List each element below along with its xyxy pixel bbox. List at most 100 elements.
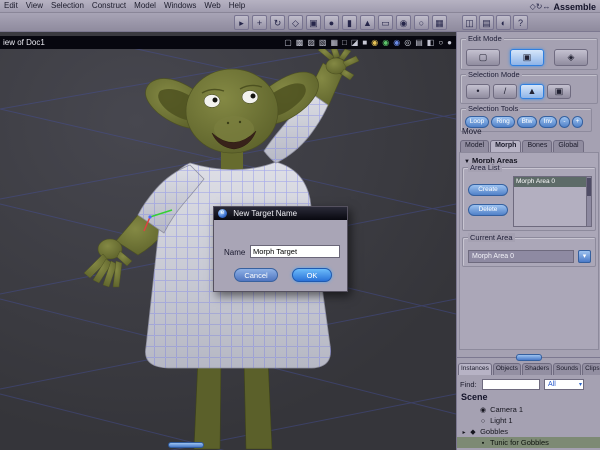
selection-tool-selection-shrink[interactable]: - (559, 116, 570, 128)
edge-selection-button[interactable]: / (493, 84, 517, 99)
cancel-button[interactable]: Cancel (234, 268, 278, 282)
plane-primitive-icon[interactable]: ▭ (378, 15, 393, 30)
find-label: Find: (460, 380, 477, 389)
selection-tool-ring[interactable]: Ring (491, 116, 515, 128)
morph-panel-content: ▼ Morph Areas Area List Create Delete Mor… (459, 152, 599, 350)
pan-view-icon[interactable]: ↔ (542, 2, 550, 11)
lock-icon[interactable]: ◐ (496, 15, 511, 30)
move-status-label: Move (462, 127, 482, 136)
viewport-titlebar[interactable]: iew of Doc1 ▢ ▩ ▨ ▧ ▦ □ ◪ ■ ◉ ◉ ◉ ◎ ▤ ◧ ○ ● (0, 36, 456, 49)
scene-item-gobbles[interactable]: ▸ ◆ Gobbles (457, 426, 600, 437)
menu-windows[interactable]: Windows (164, 1, 196, 10)
flat-shade-icon[interactable]: ▨ (307, 36, 315, 49)
selection-tool-btw[interactable]: Btw (517, 116, 537, 128)
sphere-white-icon[interactable]: ○ (438, 36, 443, 49)
find-filter-dropdown[interactable]: All ▾ (544, 379, 584, 390)
face-selection-button[interactable]: ▲ (520, 84, 544, 99)
shield-gold-icon[interactable]: ◉ (371, 36, 378, 49)
selection-tool-inv[interactable]: Inv (539, 116, 557, 128)
move-tool-icon[interactable]: + (252, 15, 267, 30)
shield-green-icon[interactable]: ◉ (382, 36, 389, 49)
menu-construct[interactable]: Construct (92, 1, 126, 10)
edit-mode-button[interactable]: ▣ (510, 49, 544, 66)
menu-model[interactable]: Model (134, 1, 156, 10)
menu-web[interactable]: Web (204, 1, 220, 10)
selection-tools-label: Selection Tools (466, 104, 521, 113)
figure-icon: ◆ (470, 429, 476, 436)
name-input[interactable] (250, 245, 340, 258)
expand-triangle-icon[interactable]: ▸ (460, 428, 468, 437)
textured-icon[interactable]: ▦ (330, 36, 338, 49)
tab-sounds[interactable]: Sounds (553, 363, 582, 375)
rotate-tool-icon[interactable]: ↻ (270, 15, 285, 30)
camera-icon[interactable]: ◉ (396, 15, 411, 30)
object-mode-button[interactable]: ▢ (466, 49, 500, 66)
light-icon[interactable]: ○ (414, 15, 429, 30)
render-icon[interactable]: ▦ (432, 15, 447, 30)
sphere-primitive-icon[interactable]: ● (324, 15, 339, 30)
camera-cube-icon[interactable]: ◧ (427, 36, 435, 49)
area-list-group: Area List Create Delete Morph Area 0 (462, 163, 596, 231)
scene-item-label: Camera 1 (488, 405, 524, 414)
current-area-dropdown[interactable]: Morph Area 0 (468, 250, 574, 263)
area-list-scrollbar[interactable] (586, 177, 591, 226)
light-icon: ○ (480, 418, 486, 425)
horizontal-scrollbar-thumb[interactable] (168, 442, 204, 448)
tab-clips[interactable]: Clips (582, 363, 600, 375)
create-area-button[interactable]: Create (468, 184, 508, 196)
camera-icon: ◉ (479, 407, 487, 414)
menu-view[interactable]: View (26, 1, 43, 10)
wireframe-icon[interactable]: ▩ (296, 36, 304, 49)
scale-tool-icon[interactable]: ◇ (288, 15, 303, 30)
menu-edit[interactable]: Edit (4, 1, 18, 10)
select-tool-icon[interactable]: ▸ (234, 15, 249, 30)
ok-button[interactable]: OK (292, 268, 332, 282)
room-selector: ◇↻↔ Assemble (530, 0, 596, 13)
tab-instances[interactable]: Instances (458, 363, 492, 375)
rotation-ball-icon[interactable]: ◎ (404, 36, 411, 49)
edit-mode-group: Edit Mode ▢ ▣ ◈ (460, 34, 598, 70)
menu-selection[interactable]: Selection (51, 1, 84, 10)
cone-primitive-icon[interactable]: ▲ (360, 15, 375, 30)
selection-tool-selection-grow[interactable]: + (572, 116, 583, 128)
area-list-label: Area List (468, 163, 502, 172)
gray-mode-icon[interactable]: ◪ (351, 36, 359, 49)
help-icon[interactable]: ? (513, 15, 528, 30)
find-row: Find: All ▾ (460, 379, 600, 391)
selection-mode-group: Selection Mode • / ▲ ▣ (460, 70, 598, 104)
uv-mode-button[interactable]: ◈ (554, 49, 588, 66)
grid-icon[interactable]: ▤ (415, 36, 423, 49)
app-sphere-icon: e (218, 209, 227, 218)
white-mode-icon[interactable]: □ (342, 36, 347, 49)
bounding-box-icon[interactable]: ▢ (284, 36, 292, 49)
tab-objects[interactable]: Objects (492, 363, 521, 375)
black-mode-icon[interactable]: ■ (362, 36, 367, 49)
room-label[interactable]: Assemble (553, 2, 596, 12)
area-list-item[interactable]: Morph Area 0 (514, 177, 591, 187)
properties-panel: Edit Mode ▢ ▣ ◈ Selection Mode • / ▲ ▣ Select… (456, 32, 600, 450)
point-selection-button[interactable]: • (466, 84, 490, 99)
tab-shaders[interactable]: Shaders (521, 363, 553, 375)
cube-primitive-icon[interactable]: ▣ (306, 15, 321, 30)
folder-icon[interactable]: ▤ (479, 15, 494, 30)
shield-blue-icon[interactable]: ◉ (393, 36, 400, 49)
scene-item-tunic-for-gobbles[interactable]: ▪ Tunic for Gobbles (457, 437, 600, 448)
current-area-group: Current Area Morph Area 0 ▾ (462, 233, 596, 267)
find-input[interactable] (482, 379, 540, 390)
current-area-label: Current Area (468, 233, 515, 242)
scene-item-camera-1[interactable]: ◉ Camera 1 (457, 404, 600, 415)
current-area-menu-button[interactable]: ▾ (578, 250, 591, 263)
dialog-titlebar[interactable]: e New Target Name (214, 207, 347, 220)
area-list: Morph Area 0 (513, 176, 592, 227)
scene-item-light-1[interactable]: ○ Light 1 (457, 415, 600, 426)
edit-mode-label: Edit Mode (466, 34, 504, 43)
object-selection-button[interactable]: ▣ (547, 84, 571, 99)
divider-handle[interactable] (516, 354, 542, 361)
cylinder-primitive-icon[interactable]: ▮ (342, 15, 357, 30)
dropdown-arrow-icon: ▾ (578, 382, 582, 388)
smooth-shade-icon[interactable]: ▧ (319, 36, 327, 49)
sphere-dark-icon[interactable]: ● (447, 36, 452, 49)
delete-area-button[interactable]: Delete (468, 204, 508, 216)
menu-help[interactable]: Help (229, 1, 245, 10)
layout-icon[interactable]: ◫ (462, 15, 477, 30)
